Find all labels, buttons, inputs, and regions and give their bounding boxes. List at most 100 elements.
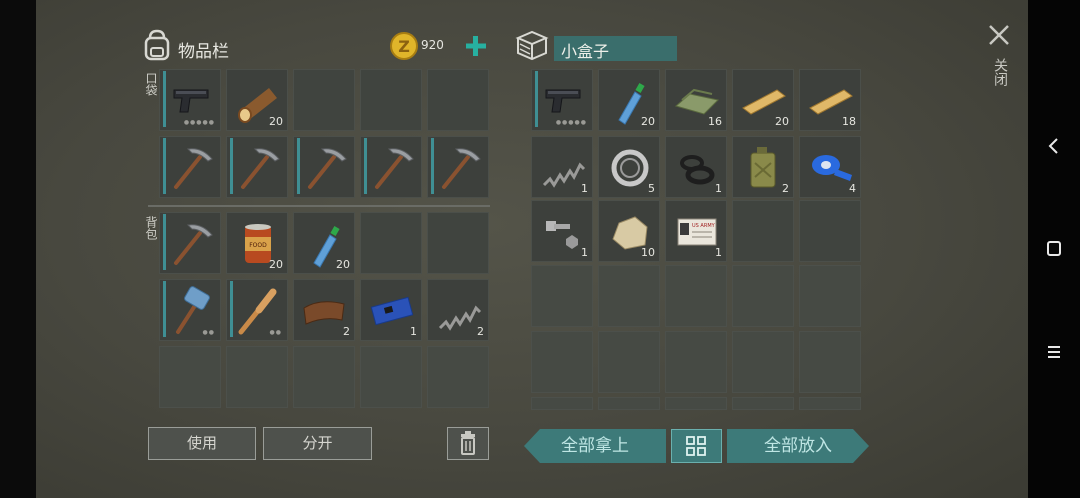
backpack-slot-empty[interactable] bbox=[427, 212, 489, 274]
backpack-slot-empty[interactable] bbox=[226, 346, 288, 408]
box-slot-empty[interactable] bbox=[598, 265, 660, 327]
item-count: 2 bbox=[477, 325, 484, 338]
close-button[interactable] bbox=[986, 22, 1012, 48]
box-title: 小盒子 bbox=[561, 42, 610, 61]
backpack-slot-empty[interactable] bbox=[427, 346, 489, 408]
backpack-slot-circuit-board[interactable]: 1 bbox=[360, 279, 422, 341]
box-slot-pistol[interactable]: ●●●●● bbox=[531, 69, 593, 131]
box-slot-army-id-card[interactable]: US ARMY 1 bbox=[665, 200, 727, 262]
box-slot-spring[interactable]: 1 bbox=[531, 136, 593, 198]
pocket-slot-pickaxe[interactable] bbox=[360, 136, 422, 198]
backpack-slot-empty[interactable] bbox=[360, 212, 422, 274]
box-slot-empty[interactable] bbox=[665, 397, 727, 410]
backpack-slot-pickaxe[interactable] bbox=[159, 212, 221, 274]
quality-dots: ●● bbox=[202, 329, 215, 336]
box-slot-empty[interactable] bbox=[732, 200, 794, 262]
box-slot-empty[interactable] bbox=[732, 265, 794, 327]
backpack-slot-sledgehammer[interactable]: ●● bbox=[159, 279, 221, 341]
pickaxe-icon bbox=[308, 148, 347, 189]
take-all-button[interactable]: 全部拿上 bbox=[524, 429, 666, 463]
menu-lines-icon bbox=[1048, 346, 1060, 358]
home-button[interactable] bbox=[1042, 237, 1066, 261]
box-slot-empty[interactable] bbox=[598, 397, 660, 410]
item-count: 2 bbox=[782, 182, 789, 195]
pocket-slot-log[interactable]: 20 bbox=[226, 69, 288, 131]
back-button[interactable] bbox=[1042, 134, 1066, 158]
box-slot-cloth[interactable]: 16 bbox=[665, 69, 727, 131]
box-slot-duct-tape[interactable]: 4 bbox=[799, 136, 861, 198]
box-slot-wood-plank[interactable]: 18 bbox=[799, 69, 861, 131]
box-slot-empty[interactable] bbox=[665, 265, 727, 327]
box-slot-empty[interactable] bbox=[799, 397, 861, 410]
box-slot-stone[interactable]: 10 bbox=[598, 200, 660, 262]
quality-dots: ●●●●● bbox=[555, 119, 587, 126]
pocket-slot-empty[interactable] bbox=[427, 69, 489, 131]
backpack-slot-empty[interactable] bbox=[293, 346, 355, 408]
box-slot-empty[interactable] bbox=[799, 331, 861, 393]
pocket-slot-pickaxe[interactable] bbox=[159, 136, 221, 198]
box-slot-empty[interactable] bbox=[732, 331, 794, 393]
home-square-icon bbox=[1047, 241, 1061, 256]
coin-count: 920 bbox=[421, 38, 444, 52]
close-label[interactable]: 关闭 bbox=[990, 58, 1010, 86]
put-all-label: 全部放入 bbox=[764, 436, 832, 456]
backpack-slot-baseball-bat[interactable]: ●● bbox=[226, 279, 288, 341]
sort-grid-icon bbox=[686, 436, 706, 456]
box-slot-empty[interactable] bbox=[732, 397, 794, 410]
box-slot-empty[interactable] bbox=[531, 265, 593, 327]
put-all-button[interactable]: 全部放入 bbox=[727, 429, 869, 463]
box-slot-empty[interactable] bbox=[531, 331, 593, 393]
backpack-icon bbox=[142, 28, 172, 62]
box-slot-empty[interactable] bbox=[665, 331, 727, 393]
item-count: 20 bbox=[336, 258, 350, 271]
backpack-slot-leather[interactable]: 2 bbox=[293, 279, 355, 341]
pickaxe-icon bbox=[375, 148, 414, 189]
backpack-slot-canned-food[interactable]: FOOD 20 bbox=[226, 212, 288, 274]
take-all-label: 全部拿上 bbox=[561, 436, 629, 456]
box-slot-empty[interactable] bbox=[799, 265, 861, 327]
box-title-field[interactable]: 小盒子 bbox=[554, 36, 677, 61]
pocket-slot-pistol[interactable]: ●●●●● bbox=[159, 69, 221, 131]
backpack-slot-empty[interactable] bbox=[159, 346, 221, 408]
pocket-slot-pickaxe[interactable] bbox=[293, 136, 355, 198]
pocket-slot-empty[interactable] bbox=[293, 69, 355, 131]
item-count: 1 bbox=[581, 246, 588, 259]
box-slot-bolt-nut[interactable]: 1 bbox=[531, 200, 593, 262]
item-count: 1 bbox=[410, 325, 417, 338]
add-coins-button[interactable] bbox=[462, 32, 490, 60]
box-slot-empty[interactable] bbox=[531, 397, 593, 410]
box-slot-empty[interactable] bbox=[598, 331, 660, 393]
pickaxe-icon bbox=[174, 224, 213, 265]
item-count: 20 bbox=[641, 115, 655, 128]
box-slot-water-bottle[interactable]: 20 bbox=[598, 69, 660, 131]
quality-dots: ●●●●● bbox=[183, 119, 215, 126]
use-button[interactable]: 使用 bbox=[148, 427, 256, 460]
pocket-slot-empty[interactable] bbox=[360, 69, 422, 131]
box-slot-rubber-ring[interactable]: 1 bbox=[665, 136, 727, 198]
split-button[interactable]: 分开 bbox=[263, 427, 372, 460]
id-card-text: US ARMY bbox=[692, 223, 716, 229]
item-count: 4 bbox=[849, 182, 856, 195]
item-count: 16 bbox=[708, 115, 722, 128]
backpack-slot-spring[interactable]: 2 bbox=[427, 279, 489, 341]
section-divider bbox=[148, 205, 490, 207]
quality-dots: ●● bbox=[269, 329, 282, 336]
chevron-left-icon bbox=[1048, 138, 1058, 154]
pocket-slot-pickaxe[interactable] bbox=[226, 136, 288, 198]
pickaxe-icon bbox=[174, 148, 213, 189]
box-slot-wood-plank[interactable]: 20 bbox=[732, 69, 794, 131]
pocket-label: 口袋 bbox=[144, 72, 158, 96]
item-count: 1 bbox=[715, 246, 722, 259]
trash-button[interactable] bbox=[447, 427, 489, 460]
pocket-slot-pickaxe[interactable] bbox=[427, 136, 489, 198]
sort-button[interactable] bbox=[671, 429, 722, 463]
box-slot-jerry-can[interactable]: 2 bbox=[732, 136, 794, 198]
left-screen-edge bbox=[0, 0, 36, 498]
backpack-slot-water-bottle[interactable]: 20 bbox=[293, 212, 355, 274]
box-slot-bearing[interactable]: 5 bbox=[598, 136, 660, 198]
svg-text:Z: Z bbox=[398, 37, 410, 56]
box-slot-empty[interactable] bbox=[799, 200, 861, 262]
menu-button[interactable] bbox=[1042, 340, 1066, 364]
backpack-slot-empty[interactable] bbox=[360, 346, 422, 408]
item-count: 20 bbox=[269, 258, 283, 271]
